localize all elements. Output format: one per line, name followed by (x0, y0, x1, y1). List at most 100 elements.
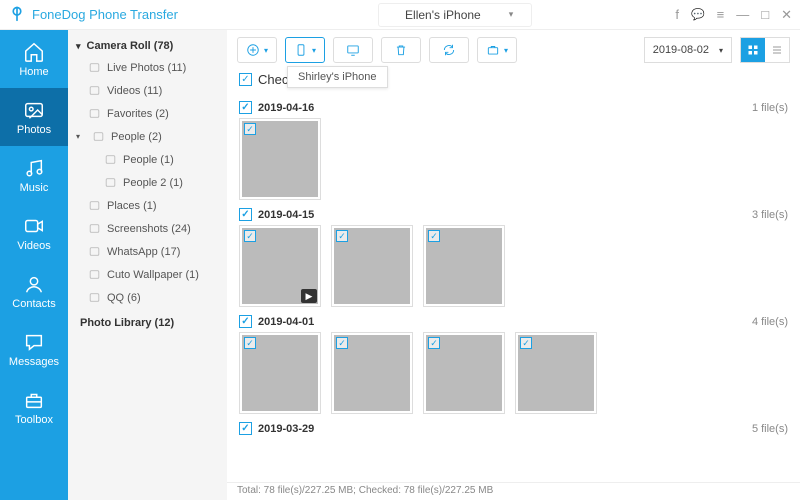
music-icon (23, 157, 45, 179)
device-selector[interactable]: Ellen's iPhone ▾ (378, 3, 532, 27)
nav-item-videos[interactable]: Videos (0, 204, 68, 262)
transfer-to-device-button[interactable]: ▾ (285, 37, 325, 63)
thumb-checkbox[interactable]: ✓ (244, 337, 256, 349)
group-count: 5 file(s) (752, 423, 788, 435)
sidebar-header[interactable]: ▾ Camera Roll (78) (68, 36, 227, 56)
thumb-checkbox[interactable]: ✓ (336, 337, 348, 349)
group-checkbox[interactable]: ✓ (239, 101, 252, 114)
date-filter-value: 2019-08-02 (653, 44, 709, 56)
logo-area: FoneDog Phone Transfer (8, 6, 235, 24)
trash-icon (394, 43, 408, 57)
photo-thumbnail[interactable]: ✓ (331, 225, 413, 307)
photo-thumbnail[interactable]: ✓ (331, 332, 413, 414)
grid-view-button[interactable] (741, 38, 765, 62)
toolbox-button[interactable]: ▾ (477, 37, 517, 63)
facebook-icon[interactable]: f (675, 7, 679, 22)
export-to-pc-button[interactable] (333, 37, 373, 63)
sidebar-subitem[interactable]: People 2 (1) (68, 171, 227, 194)
sidebar-item-label: Favorites (2) (107, 108, 169, 120)
folder-icon (88, 291, 101, 304)
photo-group-header[interactable]: ✓2019-04-014 file(s) (239, 307, 788, 332)
photos-icon (23, 99, 45, 121)
thumb-checkbox[interactable]: ✓ (520, 337, 532, 349)
group-checkbox[interactable]: ✓ (239, 208, 252, 221)
folder-icon (88, 61, 101, 74)
nav-label: Contacts (12, 298, 55, 310)
grid-icon (747, 44, 759, 56)
photo-thumbnail[interactable]: ✓ (239, 332, 321, 414)
check-all-checkbox[interactable]: ✓ (239, 73, 252, 86)
thumb-row: ✓▶✓✓ (239, 225, 788, 307)
group-count: 1 file(s) (752, 102, 788, 114)
messages-icon (23, 331, 45, 353)
nav-item-contacts[interactable]: Contacts (0, 262, 68, 320)
minimize-icon[interactable]: — (736, 7, 749, 22)
sidebar-item[interactable]: Favorites (2) (68, 102, 227, 125)
transfer-tooltip: Shirley's iPhone (287, 66, 388, 88)
view-toggle (740, 37, 790, 63)
sidebar-item[interactable]: Places (1) (68, 194, 227, 217)
list-icon (771, 44, 783, 56)
sidebar-tree: Live Photos (11) Videos (11) Favorites (2)… (68, 56, 227, 309)
nav-label: Music (20, 182, 49, 194)
photo-thumbnail[interactable]: ✓▶ (239, 225, 321, 307)
maximize-icon[interactable]: □ (761, 7, 769, 22)
refresh-button[interactable] (429, 37, 469, 63)
close-icon[interactable]: ✕ (781, 7, 792, 23)
nav-item-home[interactable]: Home (0, 30, 68, 88)
nav-item-messages[interactable]: Messages (0, 320, 68, 378)
thumb-checkbox[interactable]: ✓ (336, 230, 348, 242)
menu-icon[interactable]: ≡ (717, 7, 725, 22)
thumb-checkbox[interactable]: ✓ (244, 123, 256, 135)
photo-thumbnail[interactable]: ✓ (515, 332, 597, 414)
sidebar-item-label: Live Photos (11) (107, 62, 186, 74)
sidebar-item[interactable]: Videos (11) (68, 79, 227, 102)
briefcase-icon (486, 43, 500, 57)
thumb-checkbox[interactable]: ✓ (428, 337, 440, 349)
photo-gallery: ✓2019-04-161 file(s)✓✓2019-04-153 file(s… (227, 93, 800, 482)
list-view-button[interactable] (765, 38, 789, 62)
folder-icon (88, 268, 101, 281)
sidebar-item[interactable]: QQ (6) (68, 286, 227, 309)
sidebar-item[interactable]: WhatsApp (17) (68, 240, 227, 263)
sidebar-item[interactable]: Live Photos (11) (68, 56, 227, 79)
collapse-icon: ▾ (76, 41, 81, 52)
sidebar-subitem[interactable]: People (1) (68, 148, 227, 171)
home-icon (23, 41, 45, 63)
sidebar-header-label: Camera Roll (78) (87, 40, 174, 52)
photo-group-header[interactable]: ✓2019-04-153 file(s) (239, 200, 788, 225)
video-badge-icon: ▶ (301, 289, 317, 303)
folder-icon (104, 176, 117, 189)
photo-group-header[interactable]: ✓2019-03-295 file(s) (239, 414, 788, 439)
nav-item-photos[interactable]: Photos (0, 88, 68, 146)
contacts-icon (23, 273, 45, 295)
group-date: 2019-04-01 (258, 316, 314, 328)
sidebar-footer[interactable]: Photo Library (12) (68, 309, 227, 334)
feedback-icon[interactable]: 💬 (691, 8, 705, 21)
date-filter[interactable]: 2019-08-02 ▾ (644, 37, 732, 63)
group-checkbox[interactable]: ✓ (239, 422, 252, 435)
sidebar-item[interactable]: Screenshots (24) (68, 217, 227, 240)
photo-group-header[interactable]: ✓2019-04-161 file(s) (239, 93, 788, 118)
status-bar: Total: 78 file(s)/227.25 MB; Checked: 78… (227, 482, 800, 500)
app-logo-icon (8, 6, 26, 24)
chevron-down-icon: ▾ (509, 9, 514, 20)
nav-label: Home (19, 66, 48, 78)
thumb-checkbox[interactable]: ✓ (244, 230, 256, 242)
sidebar-item[interactable]: Cuto Wallpaper (1) (68, 263, 227, 286)
nav-item-music[interactable]: Music (0, 146, 68, 204)
window-actions: f 💬 ≡ — □ ✕ (675, 7, 792, 23)
refresh-icon (442, 43, 456, 57)
content-area: ▾ ▾ ▾ 2019-08-02 ▾ (227, 30, 800, 500)
photo-thumbnail[interactable]: ✓ (423, 332, 505, 414)
add-button[interactable]: ▾ (237, 37, 277, 63)
delete-button[interactable] (381, 37, 421, 63)
thumb-checkbox[interactable]: ✓ (428, 230, 440, 242)
sidebar-item-label: QQ (6) (107, 292, 141, 304)
photo-thumbnail[interactable]: ✓ (239, 118, 321, 200)
nav-item-toolbox[interactable]: Toolbox (0, 378, 68, 436)
photo-thumbnail[interactable]: ✓ (423, 225, 505, 307)
sidebar-item-label: People 2 (1) (123, 177, 183, 189)
sidebar-item[interactable]: ▾People (2) (68, 125, 227, 148)
group-checkbox[interactable]: ✓ (239, 315, 252, 328)
